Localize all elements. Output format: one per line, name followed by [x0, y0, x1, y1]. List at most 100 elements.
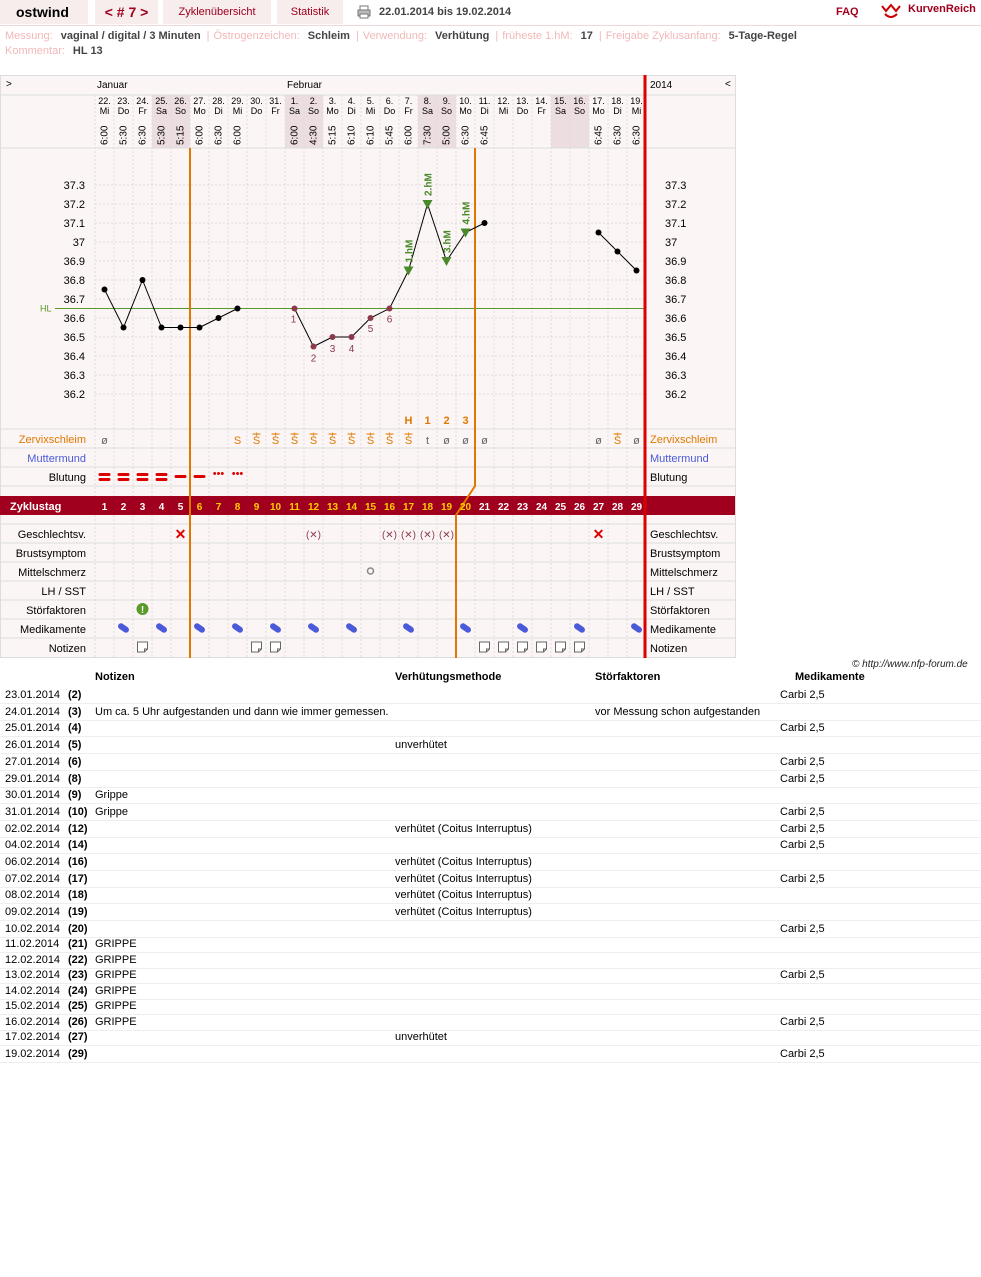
note-method: unverhütet	[395, 1031, 447, 1044]
y-tick-left: 36.3	[64, 370, 85, 382]
note-text: Grippe	[95, 789, 129, 802]
cervix-mark: ø	[462, 435, 469, 447]
y-tick-left: 36.2	[64, 389, 85, 401]
row-label-right-zervix: Zervixschleim	[650, 434, 717, 446]
notes-row: 02.02.2014 (12) verhütet (Coitus Interrupt…	[0, 821, 981, 838]
note-icon[interactable]	[555, 641, 566, 653]
note-date: 25.01.2014	[5, 722, 61, 735]
date-label: 23.	[117, 96, 130, 106]
weekday-label: Mi	[499, 106, 509, 116]
intercourse-mark: ✕	[175, 526, 187, 542]
prev-cycle-button[interactable]: <	[105, 4, 113, 20]
messung-label: Messung:	[5, 30, 53, 42]
note-medication: Carbi 2,5	[780, 755, 825, 768]
cycle-day-number: 25	[555, 502, 567, 513]
cycle-chart: > <2014Januar Februar22.Mi6:0023.Do5:3024.…	[0, 75, 736, 658]
note-cycle-day: (19)	[68, 906, 88, 919]
note-icon[interactable]	[137, 641, 148, 653]
note-medication: Carbi 2,5	[780, 922, 825, 935]
note-date: 24.01.2014	[5, 705, 61, 718]
top-bar: ostwind < # 7 > Zyklenübersicht Statisti…	[0, 0, 981, 26]
weekday-label: Sa	[289, 106, 300, 116]
notes-row: 09.02.2014 (19) verhütet (Coitus Interrupt…	[0, 904, 981, 922]
cycle-day-number: 28	[612, 502, 624, 513]
note-icon[interactable]	[479, 641, 490, 653]
date-label: 6.	[386, 96, 394, 106]
logo-icon[interactable]	[880, 2, 902, 20]
note-method: verhütet (Coitus Interruptus)	[395, 906, 532, 919]
faq-link[interactable]: FAQ	[836, 6, 859, 18]
weekday-label: Di	[347, 106, 356, 116]
note-icon[interactable]	[574, 641, 585, 653]
row-label-brust: Brustsymptom	[16, 548, 86, 560]
row-label-medi: Medikamente	[20, 624, 86, 636]
cycle-day-number: 11	[289, 502, 300, 513]
scroll-right-button[interactable]: <	[725, 79, 731, 90]
note-text: Um ca. 5 Uhr aufgestanden und dann wie i…	[95, 705, 389, 718]
weekday-label: Di	[613, 106, 622, 116]
note-date: 17.02.2014	[5, 1031, 61, 1044]
freigabe-label: Freigabe Zyklusanfang:	[605, 30, 721, 42]
note-icon[interactable]	[536, 641, 547, 653]
note-cycle-day: (9)	[68, 789, 82, 802]
username: ostwind	[0, 0, 88, 24]
cycle-day-number: 18	[422, 502, 434, 513]
date-label: 4.	[348, 96, 356, 106]
cervix-mark: ø	[481, 435, 488, 447]
kommentar-label: Kommentar:	[5, 45, 65, 57]
row-label-right-muttermund: Muttermund	[650, 453, 709, 465]
note-date: 27.01.2014	[5, 755, 61, 768]
row-label-right-gv: Geschlechtsv.	[650, 529, 718, 541]
measure-time: 6:30	[632, 125, 643, 145]
note-method: verhütet (Coitus Interruptus)	[395, 872, 532, 885]
date-label: 24.	[136, 96, 149, 106]
note-date: 10.02.2014	[5, 922, 61, 935]
weekday-label: So	[308, 106, 319, 116]
note-cycle-day: (29)	[68, 1048, 88, 1060]
scroll-left-button[interactable]: >	[6, 79, 12, 90]
low-measure-point	[386, 305, 393, 312]
row-label-right-notizen: Notizen	[650, 643, 687, 655]
measure-time: 6:00	[290, 125, 301, 145]
y-tick-right: 37.3	[665, 180, 686, 192]
note-text: GRIPPE	[95, 969, 137, 982]
cervix-mark: ø	[595, 435, 602, 447]
cervix-mark: S	[234, 435, 241, 447]
cervix-mark: S	[329, 435, 336, 447]
bleeding-mark	[193, 475, 206, 478]
note-icon[interactable]	[517, 641, 528, 653]
y-tick-left: 36.6	[64, 313, 85, 325]
date-label: 26.	[174, 96, 187, 106]
tab-statistik[interactable]: Statistik	[277, 0, 343, 24]
date-label: 13.	[516, 96, 529, 106]
cycle-day-number: 22	[498, 502, 510, 513]
date-label: 5.	[367, 96, 375, 106]
y-tick-right: 36.4	[665, 351, 686, 363]
note-icon[interactable]	[270, 641, 281, 653]
date-label: 2.	[310, 96, 318, 106]
note-method: verhütet (Coitus Interruptus)	[395, 889, 532, 902]
weekday-label: So	[175, 106, 186, 116]
notes-row: 24.01.2014 (3) Um ca. 5 Uhr aufgestanden u…	[0, 704, 981, 721]
note-cycle-day: (22)	[68, 953, 88, 966]
bleeding-mark: •••	[232, 468, 244, 480]
logo-text[interactable]: KurvenReich	[908, 3, 976, 15]
bleeding-mark	[155, 478, 168, 481]
measure-time: 5:15	[176, 125, 187, 145]
row-label-mittel: Mittelschmerz	[18, 567, 86, 579]
note-cycle-day: (20)	[68, 922, 88, 935]
measure-time: 6:00	[233, 125, 244, 145]
tab-zyklenuebersicht[interactable]: Zyklenübersicht	[163, 0, 271, 24]
temp-point	[234, 305, 241, 312]
cervix-mark: S	[310, 435, 317, 447]
note-date: 04.02.2014	[5, 839, 61, 852]
cervix-mark: S	[614, 435, 621, 447]
date-label: 27.	[193, 96, 206, 106]
intercourse-protected-mark: (✕)	[382, 530, 397, 541]
y-tick-left: 36.7	[64, 294, 85, 306]
print-icon[interactable]	[357, 5, 371, 19]
note-icon[interactable]	[251, 641, 262, 653]
y-tick-right: 36.3	[665, 370, 686, 382]
next-cycle-button[interactable]: >	[140, 4, 148, 20]
note-icon[interactable]	[498, 641, 509, 653]
